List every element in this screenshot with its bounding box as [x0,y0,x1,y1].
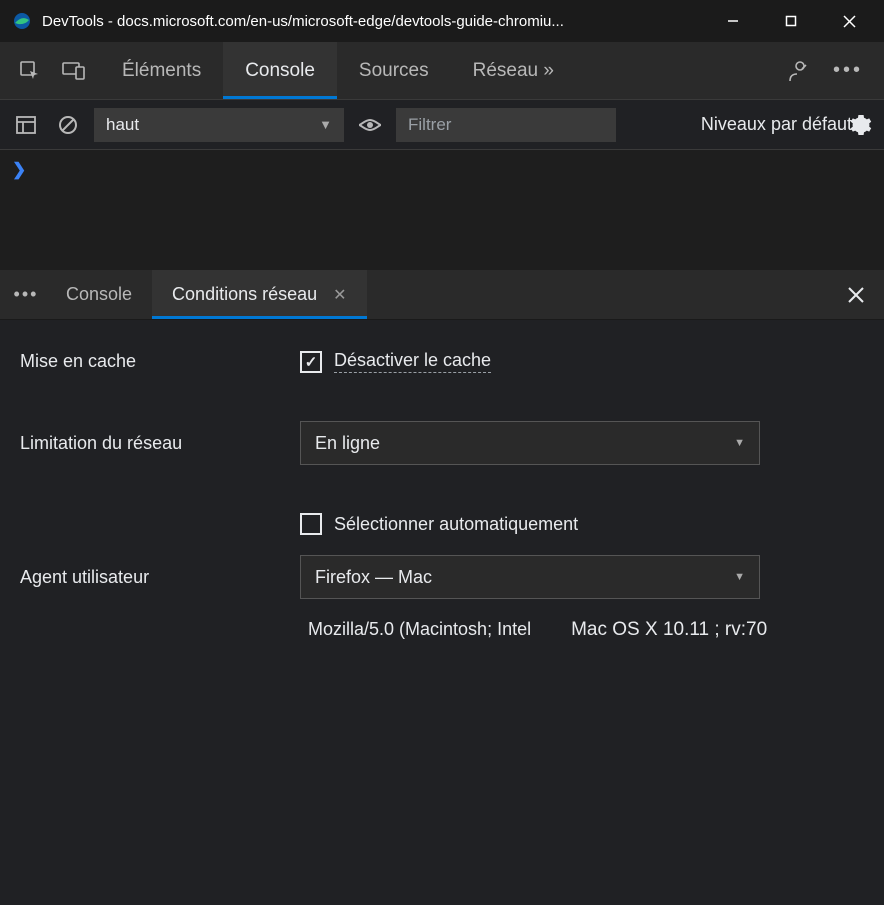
close-window-button[interactable] [820,0,878,42]
drawer: ••• Console Conditions réseau ✕ Mise en … [0,270,884,691]
tab-sources[interactable]: Sources [337,42,451,99]
chevron-down-icon: ▼ [734,437,745,449]
throttling-label: Limitation du réseau [20,433,300,454]
sidebar-toggle-icon[interactable] [10,109,42,141]
device-toolbar-icon[interactable] [52,49,96,93]
main-toolbar: Éléments Console Sources Réseau » ••• [0,42,884,100]
auto-select-label: Sélectionner automatiquement [334,514,578,535]
disable-cache-checkbox[interactable]: Désactiver le cache [300,350,864,373]
user-agent-select[interactable]: Firefox — Mac ▼ [300,555,760,599]
maximize-button[interactable] [762,0,820,42]
console-filter-bar: haut ▼ Niveaux par défaut [0,100,884,150]
clear-console-icon[interactable] [52,109,84,141]
drawer-tab-console[interactable]: Console [46,270,152,319]
context-value: haut [106,115,139,135]
execution-context-select[interactable]: haut ▼ [94,108,344,142]
console-prompt: ❯ [12,160,26,179]
tab-console[interactable]: Console [223,42,337,99]
throttling-select[interactable]: En ligne ▼ [300,421,760,465]
checkbox-icon [300,351,322,373]
log-levels-dropdown[interactable]: Niveaux par défaut [701,114,852,135]
user-agent-label: Agent utilisateur [20,567,300,588]
close-tab-icon[interactable]: ✕ [333,285,346,305]
checkbox-icon [300,513,322,535]
caching-label: Mise en cache [20,351,300,372]
chevron-down-icon: ▼ [734,571,745,583]
console-output[interactable]: ❯ [0,150,884,270]
chevron-down-icon: ▼ [319,117,332,132]
drawer-tab-strip: ••• Console Conditions réseau ✕ [0,270,884,320]
window-title: DevTools - docs.microsoft.com/en-us/micr… [42,13,704,30]
drawer-more-icon[interactable]: ••• [6,275,46,315]
send-feedback-icon[interactable] [774,49,818,93]
minimize-button[interactable] [704,0,762,42]
app-icon [12,11,32,31]
tab-elements[interactable]: Éléments [100,42,223,99]
tab-network[interactable]: Réseau » [451,42,576,99]
window-titlebar: DevTools - docs.microsoft.com/en-us/micr… [0,0,884,42]
live-expression-icon[interactable] [354,109,386,141]
network-conditions-panel: Mise en cache Désactiver le cache Limita… [0,320,884,691]
main-tab-strip: Éléments Console Sources Réseau » [100,42,576,99]
settings-gear-icon[interactable] [848,112,874,138]
inspect-element-icon[interactable] [8,49,52,93]
auto-select-ua-checkbox[interactable]: Sélectionner automatiquement [300,513,864,535]
filter-input[interactable] [396,108,616,142]
user-agent-string: Mozilla/5.0 (Macintosh; Intel Mac OS X 1… [300,619,864,641]
disable-cache-label: Désactiver le cache [334,350,491,373]
drawer-tab-network-conditions[interactable]: Conditions réseau ✕ [152,270,367,319]
more-tools-icon[interactable]: ••• [826,49,870,93]
close-drawer-button[interactable] [834,273,878,317]
